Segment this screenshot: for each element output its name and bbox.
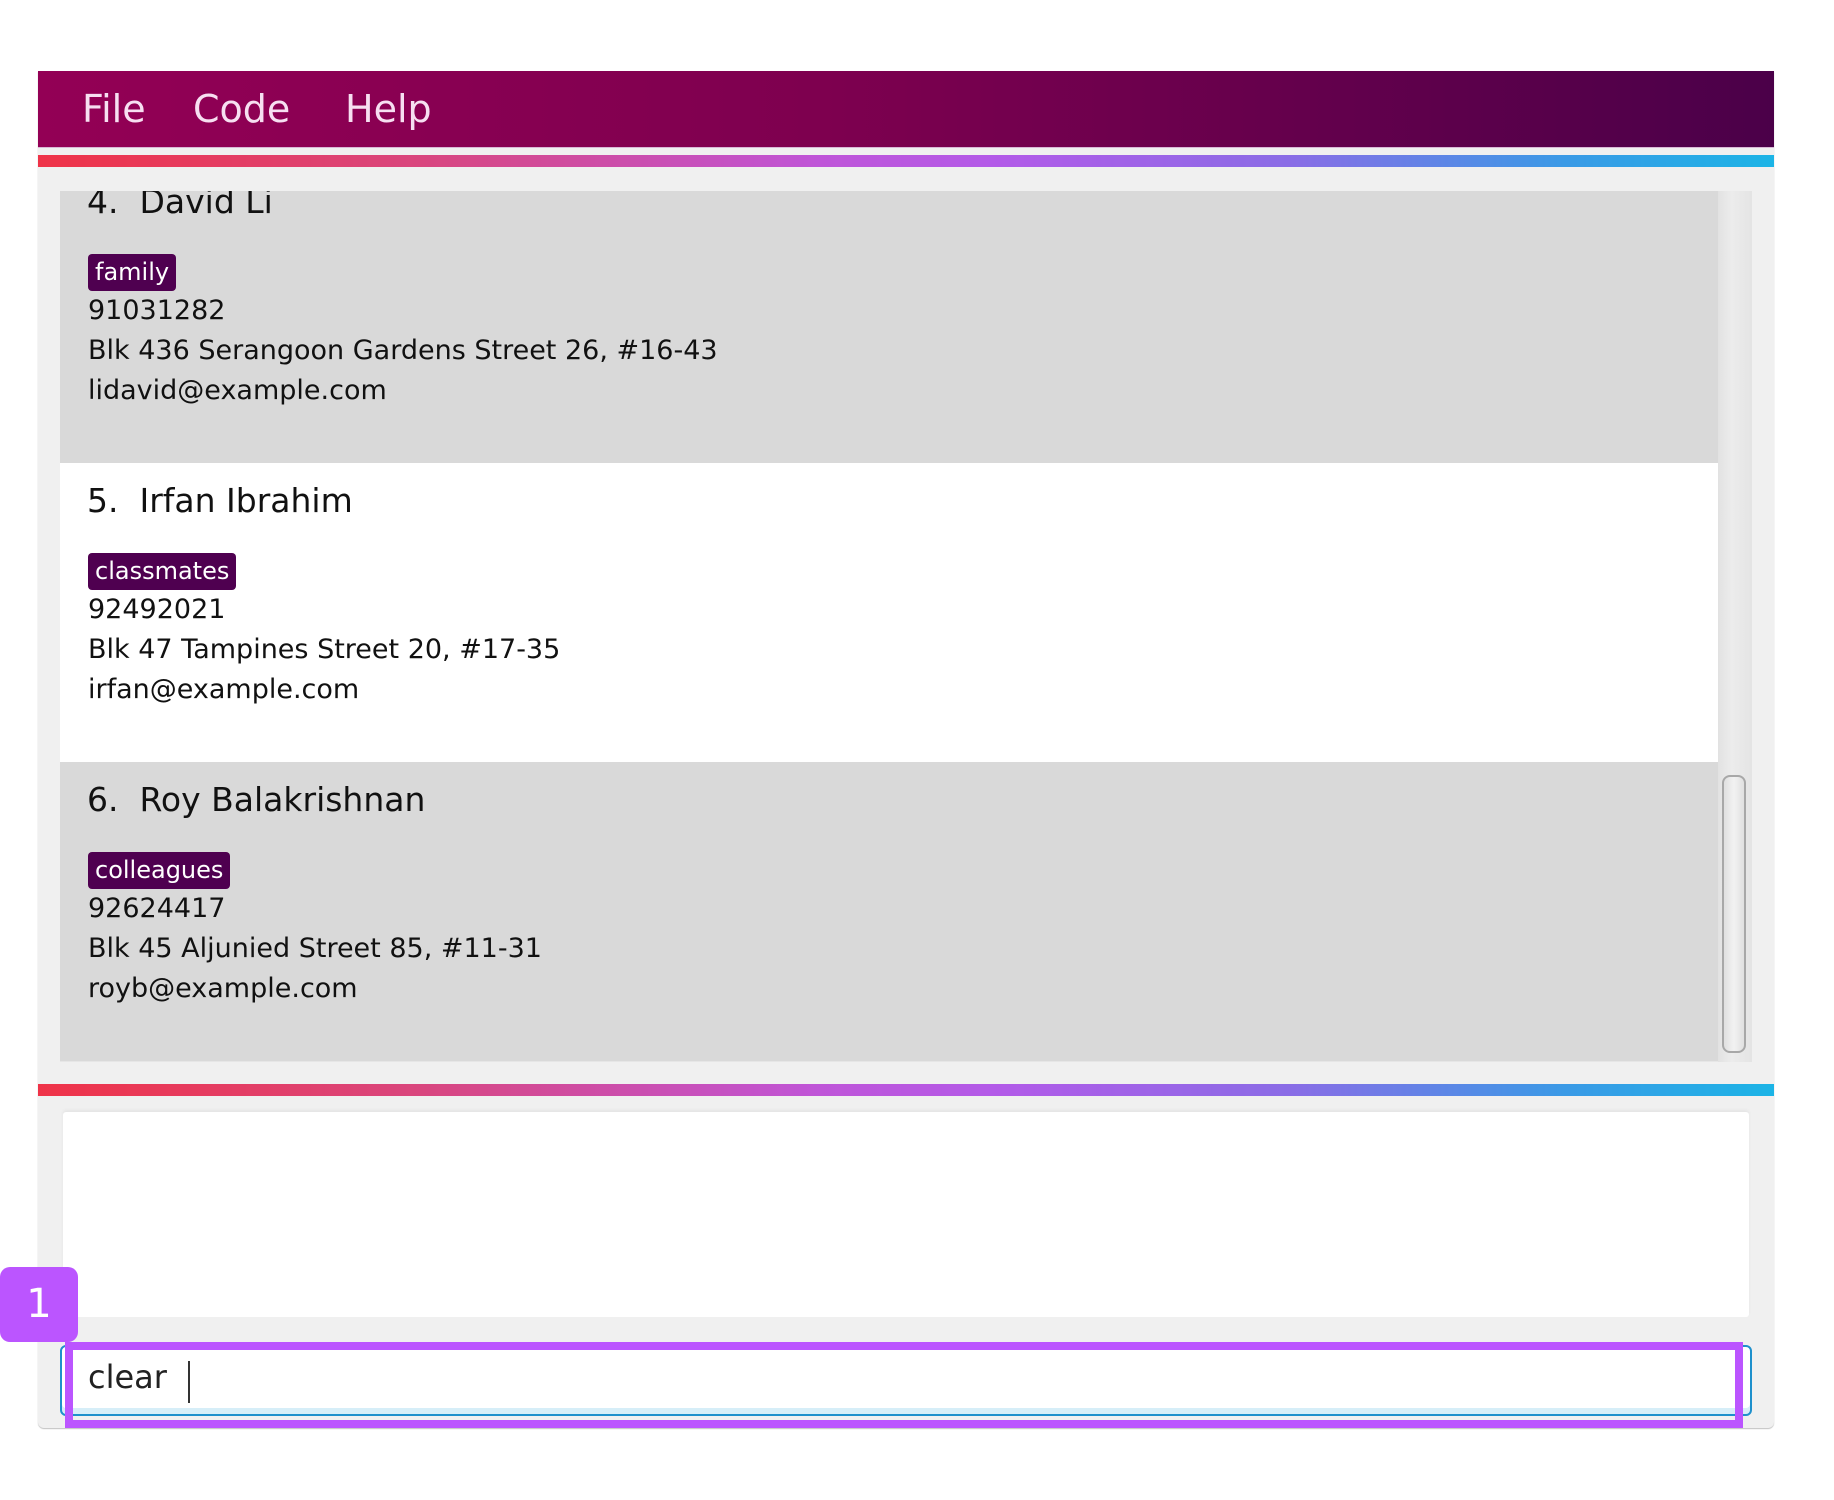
person-index: 5. [87, 481, 119, 520]
person-card[interactable]: 5. Irfan Ibrahim classmates 92492021 Blk… [60, 463, 1718, 762]
result-display [63, 1112, 1749, 1317]
person-index: 4. [87, 191, 119, 221]
person-list: 4. David Li family 91031282 Blk 436 Sera… [60, 191, 1718, 1061]
annotation-step-badge: 1 [0, 1267, 78, 1342]
gradient-divider-top [38, 155, 1774, 167]
person-name: 6. Roy Balakrishnan [87, 780, 425, 819]
gradient-divider-bottom [38, 1084, 1774, 1096]
tag-badge: family [88, 254, 177, 291]
menu-file[interactable]: File [82, 71, 146, 147]
command-input[interactable] [62, 1347, 1750, 1414]
person-phone: 92624417 [88, 893, 226, 924]
tag-badge: classmates [88, 553, 237, 590]
menu-code[interactable]: Code [193, 71, 290, 147]
person-address: Blk 47 Tampines Street 20, #17-35 [88, 634, 561, 665]
vertical-scrollbar[interactable] [1718, 191, 1752, 1062]
person-email: royb@example.com [88, 973, 358, 1004]
person-index: 6. [87, 780, 119, 819]
person-name-text: Roy Balakrishnan [139, 780, 426, 819]
tag-badge: colleagues [88, 852, 231, 889]
person-name-text: David Li [139, 191, 273, 221]
text-caret [188, 1361, 190, 1403]
person-name-text: Irfan Ibrahim [139, 481, 353, 520]
person-card[interactable]: 4. David Li family 91031282 Blk 436 Sera… [60, 191, 1718, 463]
person-phone: 91031282 [88, 295, 226, 326]
menu-bar: File Code Help [38, 71, 1774, 148]
scrollbar-thumb[interactable] [1722, 775, 1746, 1053]
person-email: irfan@example.com [88, 674, 360, 705]
command-box[interactable] [60, 1345, 1752, 1416]
app-window: File Code Help 4. David Li family 910312… [38, 71, 1774, 1428]
person-email: lidavid@example.com [88, 375, 387, 406]
person-list-panel[interactable]: 4. David Li family 91031282 Blk 436 Sera… [60, 191, 1752, 1062]
person-name: 5. Irfan Ibrahim [87, 481, 353, 520]
person-address: Blk 436 Serangoon Gardens Street 26, #16… [88, 335, 718, 366]
person-address: Blk 45 Aljunied Street 85, #11-31 [88, 933, 542, 964]
person-name: 4. David Li [87, 191, 273, 221]
menu-help[interactable]: Help [345, 71, 432, 147]
person-card[interactable]: 6. Roy Balakrishnan colleagues 92624417 … [60, 762, 1718, 1061]
person-phone: 92492021 [88, 594, 226, 625]
